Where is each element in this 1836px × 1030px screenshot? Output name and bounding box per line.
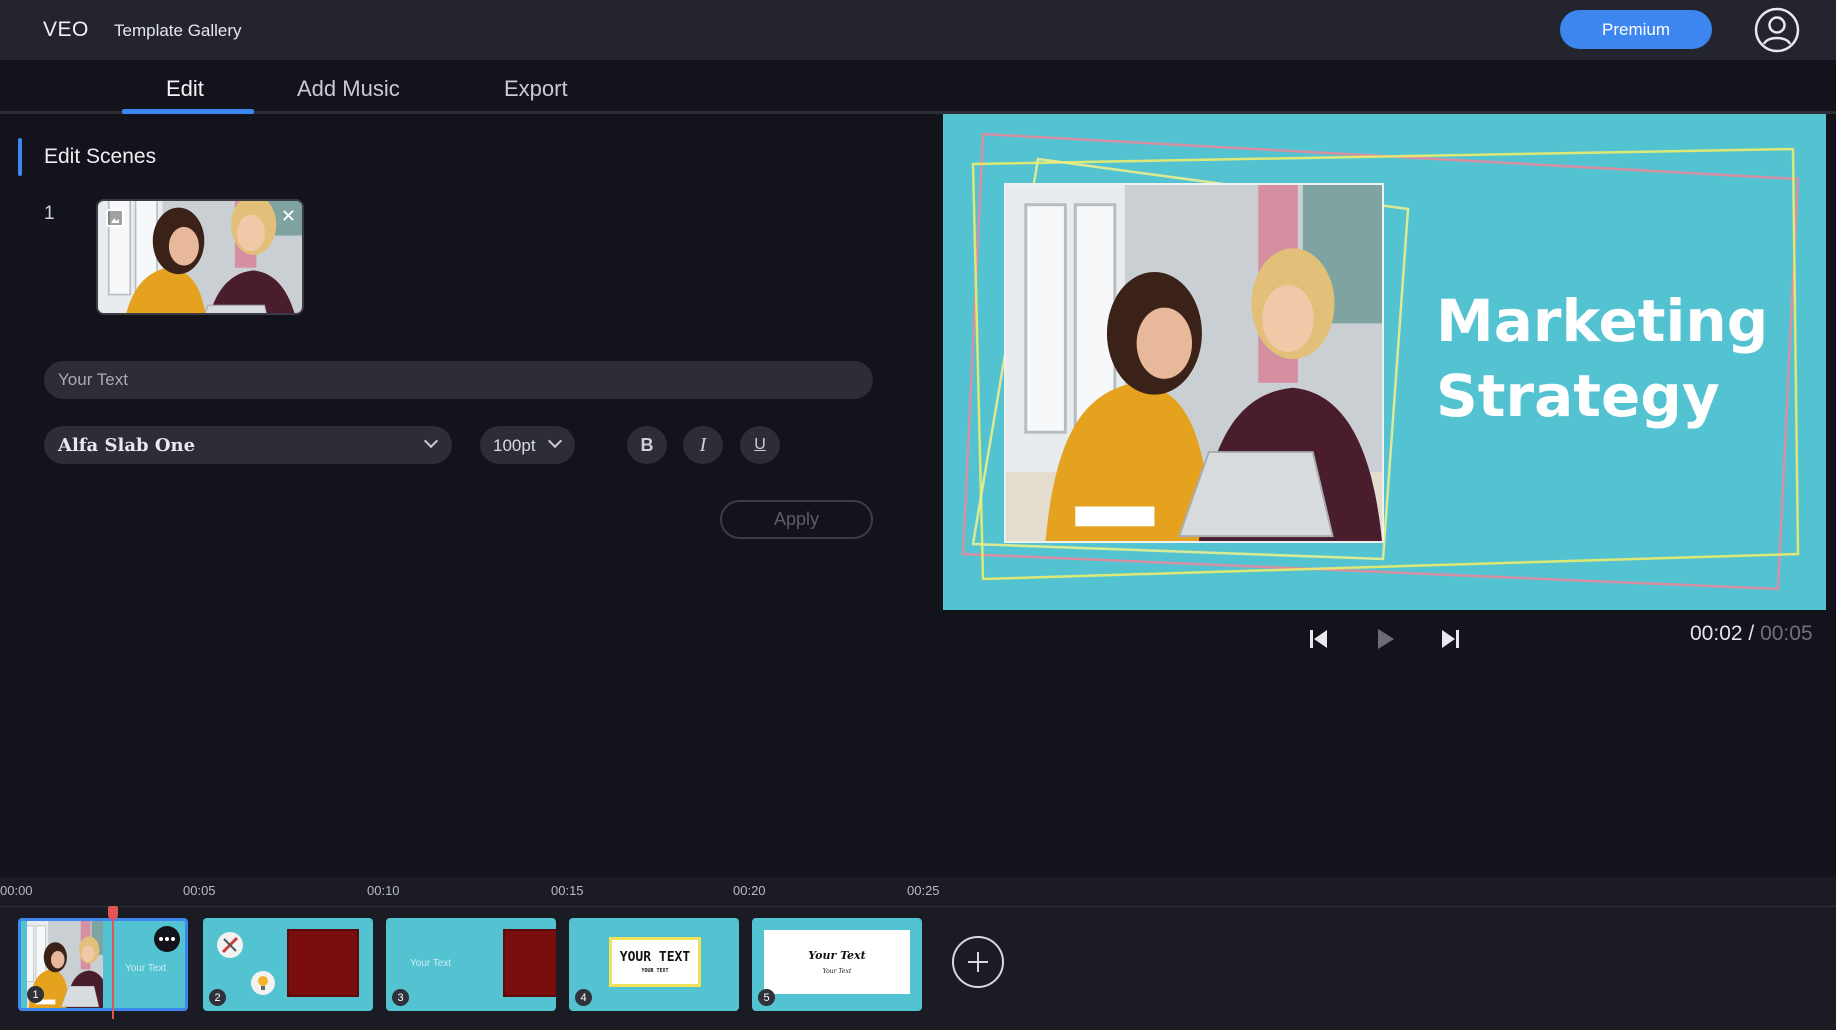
timeline-clip-1[interactable]: Your Text 1 — [18, 918, 188, 1011]
editor-tabs: Edit Add Music Export — [0, 60, 1836, 114]
bold-button[interactable]: B — [627, 426, 667, 464]
time-separator: / — [1742, 622, 1761, 645]
clip-4-big-text: YOUR TEXT — [619, 950, 691, 965]
scene-thumbnail[interactable]: ✕ — [96, 199, 304, 315]
section-accent-bar — [18, 138, 22, 176]
chevron-down-icon — [423, 433, 439, 449]
timeline-tick: 00:05 — [183, 883, 216, 898]
clip-3-red-panel — [503, 929, 556, 997]
tab-add-music[interactable]: Add Music — [297, 76, 400, 102]
font-size-value: 100pt — [493, 436, 536, 455]
image-icon[interactable] — [106, 209, 124, 227]
preview-title-line-1: Marketing — [1436, 287, 1769, 355]
scene-thumbnail-image — [98, 201, 302, 313]
skip-forward-icon[interactable] — [1438, 627, 1462, 651]
app-logo[interactable]: VEO — [43, 18, 89, 42]
clip-4-text-card: YOUR TEXT YOUR TEXT — [609, 937, 701, 987]
preview-title: Marketing Strategy — [1436, 284, 1806, 434]
clip-number: 2 — [209, 989, 226, 1006]
preview-title-line-2: Strategy — [1436, 362, 1720, 430]
timeline-clip-4[interactable]: YOUR TEXT YOUR TEXT 4 — [569, 918, 739, 1011]
clip-5-text-card: Your Text Your Text — [764, 930, 910, 994]
playhead[interactable] — [112, 907, 114, 1019]
apply-button[interactable]: Apply — [720, 500, 873, 539]
more-options-icon[interactable] — [154, 926, 180, 952]
underline-button[interactable]: U — [740, 426, 780, 464]
lightbulb-icon — [251, 971, 275, 995]
timeline-tick: 00:20 — [733, 883, 766, 898]
chevron-down-icon — [547, 433, 563, 449]
playback-time: 00:02 / 00:05 — [1690, 622, 1813, 646]
tab-export[interactable]: Export — [504, 76, 568, 102]
timeline-tick: 00:25 — [907, 883, 940, 898]
scene-text-input[interactable] — [44, 361, 873, 399]
clip-5-big-text: Your Text — [808, 949, 866, 962]
edit-scenes-title: Edit Scenes — [44, 145, 157, 168]
timeline-tick: 00:15 — [551, 883, 584, 898]
font-size-select[interactable]: 100pt — [480, 426, 575, 464]
premium-button[interactable]: Premium — [1560, 10, 1712, 49]
total-time: 00:05 — [1760, 622, 1813, 645]
tab-edit[interactable]: Edit — [166, 76, 204, 102]
scene-number: 1 — [44, 203, 55, 224]
clip-2-red-panel — [287, 929, 359, 997]
pencil-ruler-icon — [217, 932, 243, 958]
clip-number: 5 — [758, 989, 775, 1006]
timeline-tick: 00:00 — [0, 883, 33, 898]
clip-number: 4 — [575, 989, 592, 1006]
clip-3-text: Your Text — [410, 958, 452, 969]
add-scene-button[interactable] — [952, 936, 1004, 988]
play-icon[interactable] — [1373, 627, 1397, 651]
font-family-select[interactable]: Alfa Slab One — [44, 426, 452, 464]
timeline-clip-2[interactable]: 2 — [203, 918, 373, 1011]
timeline-clip-5[interactable]: Your Text Your Text 5 — [752, 918, 922, 1011]
timeline-ruler — [0, 906, 1836, 907]
clip-1-text: Your Text — [125, 963, 167, 974]
video-preview: Marketing Strategy — [943, 114, 1826, 610]
italic-button[interactable]: I — [683, 426, 723, 464]
preview-photo — [1004, 183, 1384, 543]
current-time: 00:02 — [1690, 622, 1743, 645]
user-profile-icon[interactable] — [1754, 7, 1800, 53]
active-tab-indicator — [122, 109, 254, 114]
top-bar: VEO Template Gallery Premium — [0, 0, 1836, 60]
timeline-tick: 00:10 — [367, 883, 400, 898]
clip-number: 1 — [27, 986, 44, 1003]
skip-back-icon[interactable] — [1307, 627, 1331, 651]
clip-number: 3 — [392, 989, 409, 1006]
template-gallery-link[interactable]: Template Gallery — [114, 21, 242, 41]
font-family-value: Alfa Slab One — [58, 435, 196, 456]
clip-5-small-text: Your Text — [822, 968, 852, 975]
close-icon[interactable]: ✕ — [281, 206, 296, 227]
clip-4-small-text: YOUR TEXT — [641, 968, 669, 974]
timeline-clip-3[interactable]: Your Text 3 — [386, 918, 556, 1011]
